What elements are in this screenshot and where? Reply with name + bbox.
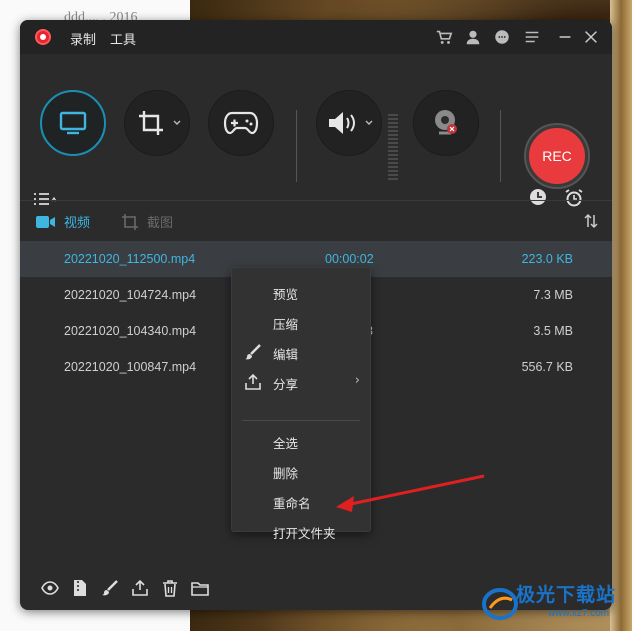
menu-item-preview[interactable]: 预览 bbox=[232, 278, 372, 306]
list-toggle-icon[interactable] bbox=[32, 190, 60, 208]
share-icon bbox=[244, 373, 262, 391]
tab-screenshot[interactable]: 截图 bbox=[121, 212, 173, 231]
rec-button[interactable]: REC bbox=[524, 123, 590, 189]
video-camera-icon bbox=[36, 215, 55, 228]
speaker-icon bbox=[329, 112, 355, 134]
menu-item-share[interactable]: 分享 › bbox=[232, 368, 372, 396]
menu-item-label: 全选 bbox=[273, 436, 299, 451]
crop-icon bbox=[122, 213, 138, 230]
capture-toolbar: REC bbox=[20, 54, 612, 207]
menu-record[interactable]: 录制 bbox=[70, 29, 96, 48]
tabs-divider bbox=[20, 200, 612, 201]
compress-file-icon[interactable] bbox=[70, 578, 90, 598]
audio-level-meter bbox=[388, 114, 398, 182]
share-icon[interactable] bbox=[130, 578, 150, 598]
screen-record-button[interactable] bbox=[40, 90, 106, 156]
background-pillar bbox=[610, 0, 632, 631]
file-name: 20221020_104724.mp4 bbox=[64, 288, 197, 302]
file-size: 556.7 KB bbox=[521, 360, 573, 374]
title-bar: 录制 工具 bbox=[20, 20, 612, 54]
menu-item-label: 删除 bbox=[273, 466, 299, 481]
watermark-text: 极光下载站 bbox=[516, 584, 617, 606]
tab-video-label: 视频 bbox=[64, 216, 91, 231]
menu-item-label: 分享 bbox=[273, 377, 299, 392]
alarm-clock-icon[interactable] bbox=[563, 187, 585, 209]
close-icon[interactable] bbox=[581, 27, 601, 47]
menu-item-select-all[interactable]: 全选 bbox=[232, 427, 372, 455]
cart-icon[interactable] bbox=[434, 27, 454, 47]
toolbar-divider bbox=[296, 110, 297, 182]
menu-tools[interactable]: 工具 bbox=[110, 29, 136, 48]
chevron-down-icon bbox=[365, 120, 373, 125]
file-duration: 00:00:02 bbox=[325, 252, 374, 266]
system-audio-button[interactable] bbox=[316, 90, 382, 156]
game-record-button[interactable] bbox=[208, 90, 274, 156]
menu-item-label: 打开文件夹 bbox=[273, 526, 336, 541]
file-name: 20221020_100847.mp4 bbox=[64, 360, 197, 374]
crop-icon bbox=[139, 111, 163, 135]
app-logo-icon bbox=[35, 29, 51, 45]
file-size: 223.0 KB bbox=[521, 252, 573, 266]
brush-icon[interactable] bbox=[100, 578, 120, 598]
menu-item-compress[interactable]: 压缩 bbox=[232, 308, 372, 336]
brush-icon bbox=[244, 343, 262, 361]
sort-icon[interactable] bbox=[582, 212, 600, 230]
chevron-down-icon bbox=[173, 120, 181, 125]
minimize-icon[interactable] bbox=[555, 27, 575, 47]
folder-icon[interactable] bbox=[190, 578, 210, 598]
menu-divider bbox=[242, 420, 360, 421]
webcam-off-icon bbox=[435, 110, 457, 135]
chevron-right-icon: › bbox=[354, 373, 360, 388]
menu-item-label: 重命名 bbox=[273, 496, 311, 511]
file-name: 20221020_104340.mp4 bbox=[64, 324, 197, 338]
tab-screenshot-label: 截图 bbox=[147, 216, 174, 231]
file-size: 7.3 MB bbox=[533, 288, 573, 302]
recorder-window: 录制 工具 REC 视频 截图 20221020_112500.mp4 00:0… bbox=[20, 20, 612, 610]
monitor-icon bbox=[59, 111, 87, 135]
preview-eye-icon[interactable] bbox=[40, 578, 60, 598]
menu-item-label: 编辑 bbox=[273, 347, 299, 362]
toolbar-divider bbox=[500, 110, 501, 182]
menu-item-edit[interactable]: 编辑 bbox=[232, 338, 372, 366]
webcam-button[interactable] bbox=[413, 90, 479, 156]
menu-item-rename[interactable]: 重命名 bbox=[232, 487, 372, 515]
menu-item-label: 预览 bbox=[273, 287, 299, 302]
context-menu: 预览 压缩 编辑 分享 › 全选 删除 重命名 打开文件夹 bbox=[231, 267, 372, 541]
menu-item-label: 压缩 bbox=[273, 317, 299, 332]
trash-icon[interactable] bbox=[160, 578, 180, 598]
file-size: 3.5 MB bbox=[533, 324, 573, 338]
menu-item-open-folder[interactable]: 打开文件夹 bbox=[232, 517, 372, 541]
menu-lines-icon[interactable] bbox=[522, 27, 542, 47]
chat-icon[interactable] bbox=[492, 27, 512, 47]
history-clock-icon[interactable] bbox=[528, 187, 548, 207]
gamepad-icon bbox=[223, 111, 259, 135]
file-name: 20221020_112500.mp4 bbox=[64, 252, 196, 266]
user-icon[interactable] bbox=[463, 27, 483, 47]
menu-item-delete[interactable]: 删除 bbox=[232, 457, 372, 485]
region-select-button[interactable] bbox=[124, 90, 190, 156]
tab-video[interactable]: 视频 bbox=[36, 212, 90, 231]
watermark-url: www.xz7.com bbox=[548, 608, 610, 619]
